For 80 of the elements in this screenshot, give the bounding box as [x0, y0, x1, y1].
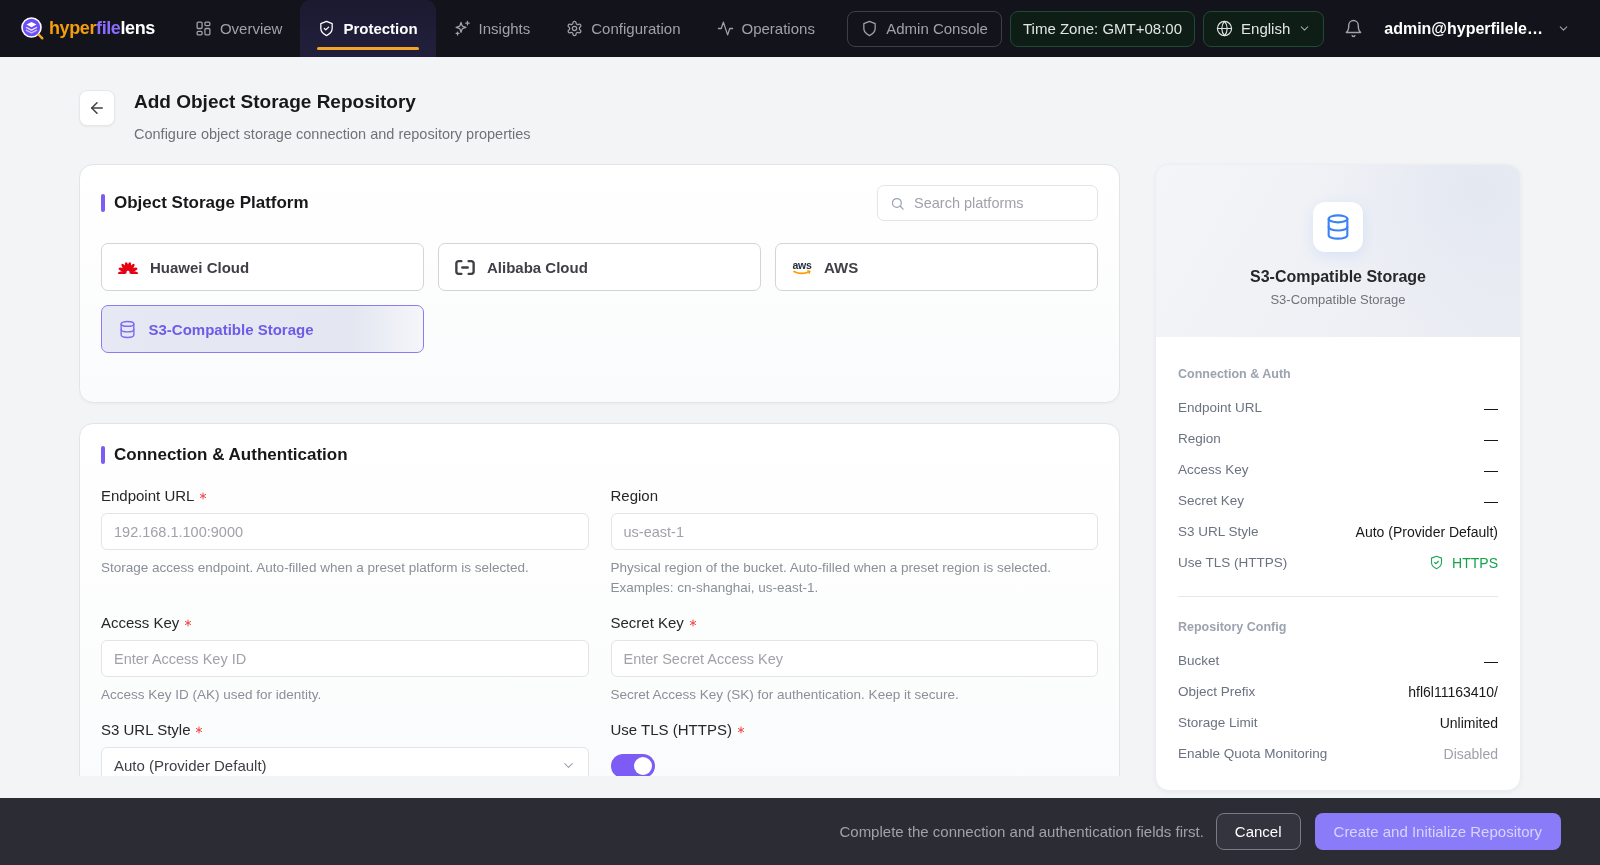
help-text: Secret Access Key (SK) for authentication. Keep it secure.	[610, 686, 960, 704]
input-field[interactable]: 192.168.1.100:9000	[101, 513, 589, 550]
input-field[interactable]: us-east-1	[610, 513, 1098, 550]
field-label: Use TLS (HTTPS)	[610, 720, 732, 740]
summary-value: Unlimited	[1439, 714, 1498, 731]
summary-value: hfl6l11163410/	[1408, 683, 1498, 700]
nav-tab[interactable]: Insights	[435, 0, 549, 57]
summary-value: —	[1484, 399, 1498, 416]
footer-message: Complete the connection and authentication fields first.	[839, 823, 1204, 840]
help-text: Storage access endpoint. Auto-filled when a preset platform is selected.	[101, 559, 530, 577]
admin-console-button[interactable]: Admin Console	[847, 10, 1002, 47]
group-title: Connection & Auth	[1178, 366, 1292, 383]
section-title: Connection & Authentication	[114, 444, 348, 466]
field-label: Endpoint URL	[101, 486, 195, 506]
summary-label: Object Prefix	[1178, 684, 1256, 699]
summary-label: Bucket	[1178, 653, 1220, 668]
platform-option[interactable]: Huawei Cloud	[101, 243, 424, 291]
summary-value: —	[1484, 492, 1498, 509]
summary-label: Secret Key	[1178, 493, 1245, 508]
globe-icon	[1216, 20, 1234, 37]
summary-value: Auto (Provider Default)	[1355, 523, 1498, 540]
summary-label: S3 URL Style	[1178, 524, 1259, 539]
summary-label: Region	[1178, 431, 1221, 446]
nav-tab[interactable]: Protection	[300, 0, 436, 57]
field-label: Region	[610, 486, 659, 506]
pulse-line-icon	[716, 20, 734, 37]
dashboard-icon	[194, 20, 212, 37]
field-label: Secret Key	[610, 613, 684, 633]
summary-value: HTTPS	[1452, 554, 1498, 571]
logo-wordmark: hyperfilelens	[49, 18, 155, 39]
platform-option[interactable]: Alibaba Cloud	[438, 243, 761, 291]
field-label: S3 URL Style	[101, 720, 191, 740]
nav-tab[interactable]: Overview	[176, 0, 301, 57]
field-label: Access Key	[101, 613, 180, 633]
platform-option[interactable]: S3-Compatible Storage	[101, 305, 424, 353]
input-field[interactable]: Enter Access Key ID	[101, 640, 589, 677]
platform-option[interactable]: aws AWS	[775, 243, 1098, 291]
section-title: Object Storage Platform	[114, 192, 309, 214]
page-title: Add Object Storage Repository	[134, 90, 417, 114]
database-icon	[1313, 202, 1363, 252]
magnifier-logo-icon	[21, 17, 44, 40]
search-field[interactable]: Search platforms	[877, 185, 1098, 221]
sparkles-icon	[453, 20, 471, 37]
nav-tab[interactable]: Configuration	[548, 0, 699, 57]
nav-tab[interactable]: Operations	[698, 0, 833, 57]
cancel-button[interactable]: Cancel	[1215, 813, 1301, 850]
shield-check-icon	[318, 20, 336, 37]
summary-value: —	[1484, 430, 1498, 447]
select-field[interactable]: Auto (Provider Default)	[101, 747, 589, 776]
bell-icon[interactable]	[1344, 19, 1364, 38]
summary-value: —	[1484, 461, 1498, 478]
shield-check-icon	[1429, 555, 1445, 570]
database-icon	[117, 319, 137, 339]
summary-label: Enable Quota Monitoring	[1178, 746, 1328, 761]
search-icon	[890, 195, 905, 211]
timezone-button[interactable]: Time Zone: GMT+08:00	[1009, 10, 1196, 47]
bracket-logo-icon	[455, 258, 475, 276]
panel-subtitle: S3-Compatible Storage	[1269, 291, 1407, 309]
back-button[interactable]	[79, 90, 115, 126]
input-field[interactable]: Enter Secret Access Key	[610, 640, 1098, 677]
user-menu[interactable]: admin@hyperfilele…	[1384, 19, 1570, 38]
help-text: Access Key ID (AK) used for identity.	[101, 686, 323, 704]
language-select[interactable]: English	[1203, 10, 1325, 47]
group-title: Repository Config	[1178, 619, 1288, 636]
summary-label: Storage Limit	[1178, 715, 1258, 730]
panel-title: S3-Compatible Storage	[1249, 267, 1427, 287]
summary-value: Disabled	[1443, 745, 1498, 762]
summary-label: Access Key	[1178, 462, 1249, 477]
page-subtitle: Configure object storage connection and repository properties	[134, 125, 531, 144]
arrow-left-icon	[88, 99, 106, 117]
shield-icon	[861, 20, 879, 37]
toggle-switch[interactable]	[610, 754, 655, 776]
summary-value: —	[1484, 652, 1498, 669]
summary-label: Use TLS (HTTPS)	[1178, 555, 1288, 570]
accent-bar	[101, 446, 105, 464]
summary-label: Endpoint URL	[1178, 400, 1263, 415]
help-text: Physical region of the bucket. Auto-filled when a preset region is selected. Examples: cn-shanghai, us-east-1.	[610, 559, 1052, 597]
settings-icon	[566, 20, 584, 37]
flower-logo-icon	[118, 260, 138, 274]
accent-bar	[101, 194, 105, 212]
